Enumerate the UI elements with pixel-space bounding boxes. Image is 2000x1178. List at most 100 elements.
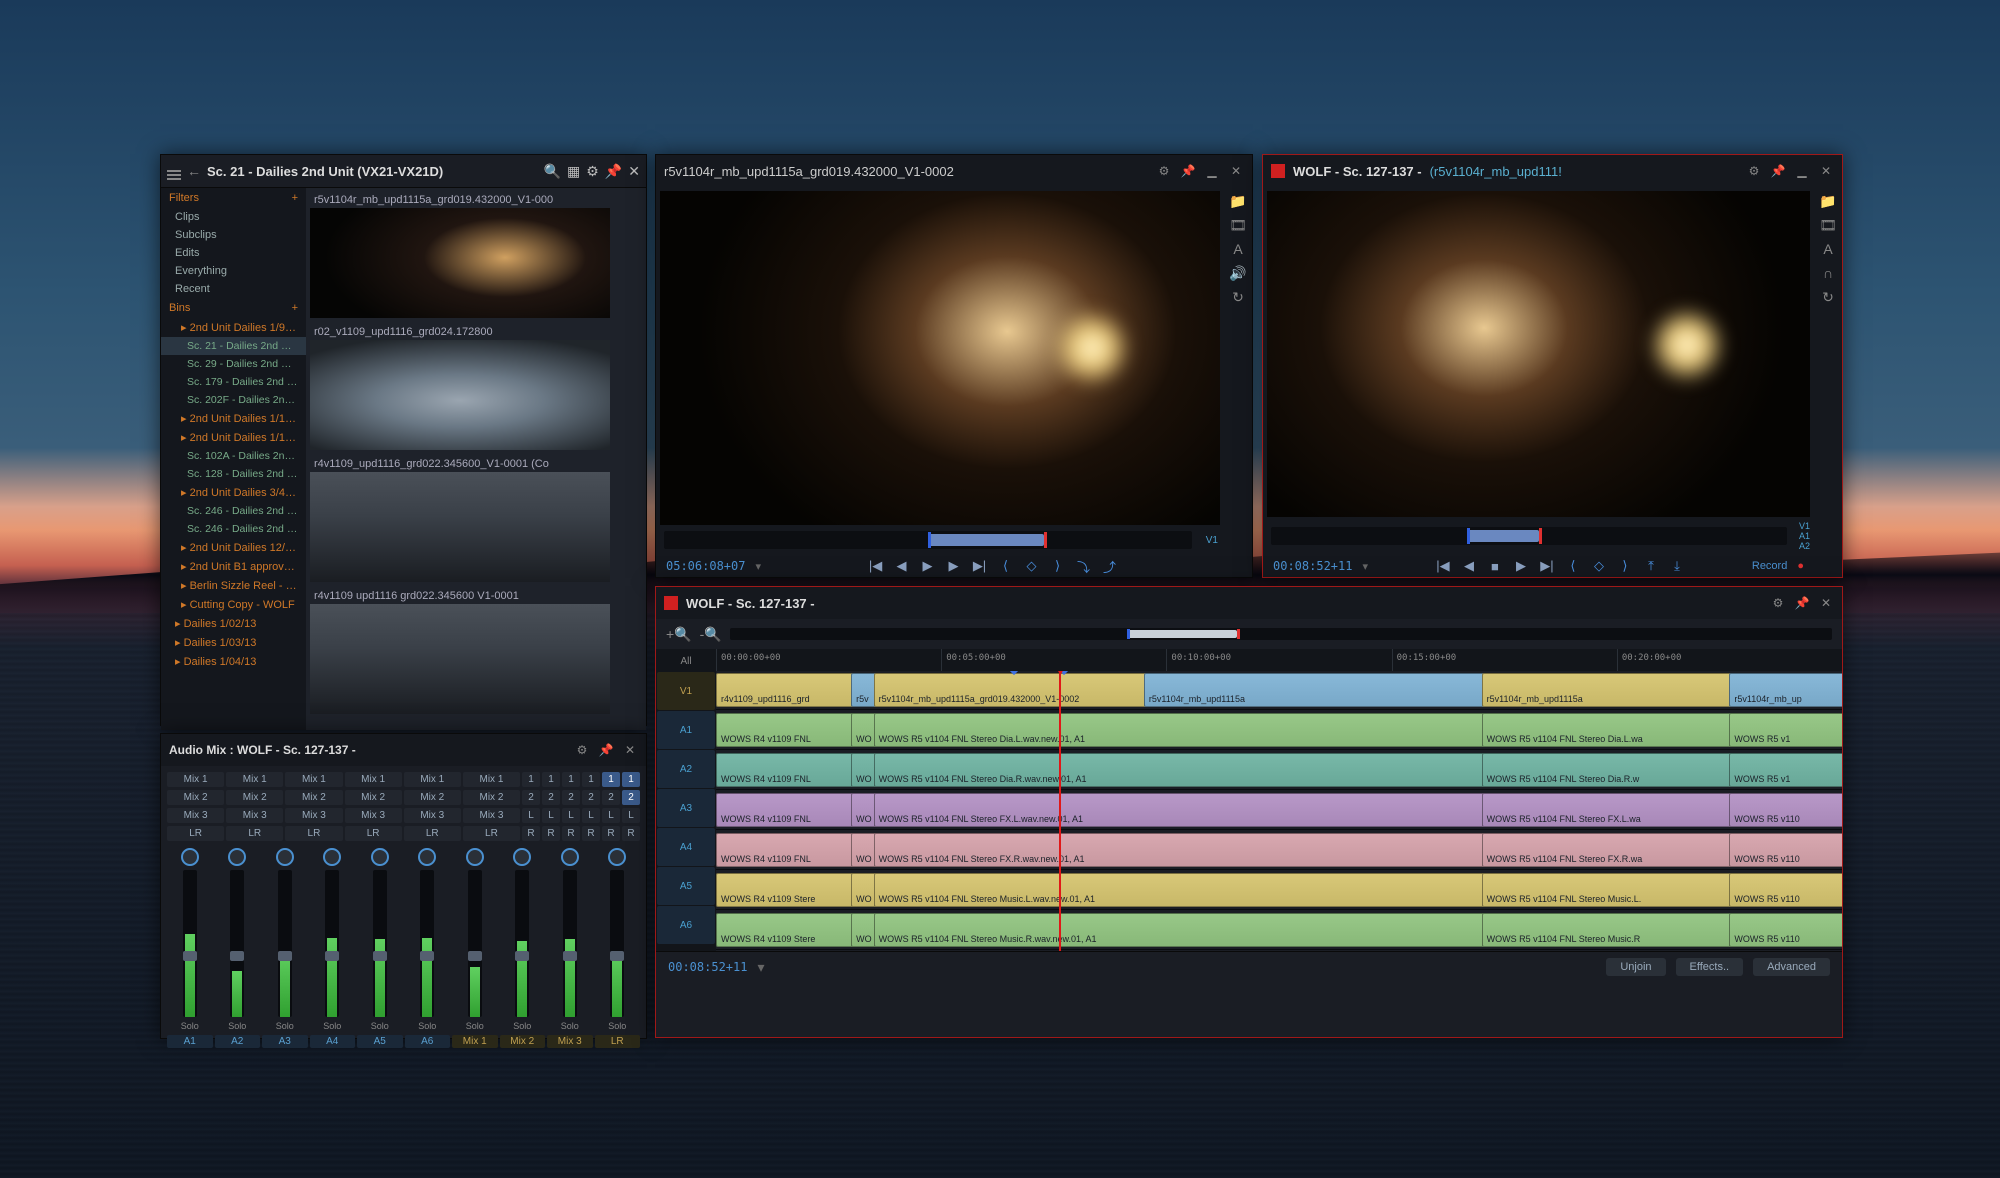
timeline-timecode[interactable]: 00:08:52+11 [668,960,747,974]
zoom-in-icon[interactable]: +🔍 [666,626,692,643]
bin-tree-item[interactable]: ▸ 2nd Unit Dailies 1/18/13 [161,428,306,447]
timeline-tracks[interactable]: r4v1109_upd1116_grdr5vr5v1104r_mb_upd111… [716,671,1842,951]
filter-item[interactable]: Subclips [161,226,306,244]
mix-assign-button[interactable]: Mix 1 [345,772,402,787]
mix-assign-button[interactable]: Mix 3 [226,808,283,823]
timeline-track[interactable]: WOWS R4 v1109 StereWOWOWS R5 v1104 FNL S… [716,871,1842,910]
level-meter[interactable] [420,870,434,1017]
timeline-clip[interactable]: WOWS R5 v1104 FNL Stereo FX.R.wa [1482,833,1740,867]
channel-label[interactable]: A5 [357,1035,403,1048]
mix-assign-button[interactable]: 2 [602,790,620,805]
solo-button[interactable]: Solo [418,1021,436,1031]
mix-assign-button[interactable]: Mix 1 [167,772,224,787]
filter-item[interactable]: Everything [161,262,306,280]
bin-tree-item[interactable]: Sc. 128 - Dailies 2nd Unit c [161,465,306,483]
channel-label[interactable]: A6 [405,1035,451,1048]
level-meter[interactable] [278,870,292,1017]
pan-knob[interactable] [371,848,389,866]
mix-assign-button[interactable]: Mix 3 [404,808,461,823]
record-label[interactable]: Record [1752,560,1787,572]
pin-icon[interactable]: 📌 [1794,595,1810,611]
mark-out-icon[interactable]: ⟩ [1049,557,1067,575]
bin-tree-item[interactable]: ▸ 2nd Unit Dailies 3/4/13 [161,483,306,502]
timeline-clip[interactable]: r5v1104r_mb_upd1115a [1144,673,1492,707]
mix-assign-button[interactable]: Mix 1 [404,772,461,787]
bin-tree-item[interactable]: Sc. 29 - Dailies 2nd Unit (V [161,355,306,373]
record-titlebar[interactable]: WOLF - Sc. 127-137 - (r5v1104r_mb_upd111… [1263,155,1842,187]
filters-section[interactable]: Filters+ [161,188,306,208]
bin-tree-item[interactable]: Sc. 102A - Dailies 2nd Unit [161,447,306,465]
loop-icon[interactable]: ↻ [1819,289,1837,305]
record-timecode[interactable]: 00:08:52+11 [1273,559,1352,573]
level-meter[interactable] [515,870,529,1017]
settings-icon[interactable]: ⚙ [1746,163,1762,179]
level-meter[interactable] [325,870,339,1017]
source-timecode[interactable]: 05:06:08+07 [666,559,745,573]
mix-assign-button[interactable]: Mix 3 [167,808,224,823]
track-header[interactable]: A6 [657,906,715,944]
mix-assign-button[interactable]: Mix 2 [285,790,342,805]
solo-button[interactable]: Solo [513,1021,531,1031]
mix-assign-button[interactable]: 2 [562,790,580,805]
timeline-clip[interactable]: r4v1109_upd1116_grd [716,673,861,707]
mix-assign-button[interactable]: Mix 2 [167,790,224,805]
mix-assign-button[interactable]: Mix 1 [226,772,283,787]
timeline-track[interactable]: r4v1109_upd1116_grdr5vr5v1104r_mb_upd111… [716,671,1842,710]
close-icon[interactable]: ✕ [1818,163,1834,179]
track-header[interactable]: V1 [657,672,715,710]
mix-assign-button[interactable]: Mix 1 [463,772,520,787]
step-back-icon[interactable]: ◀ [1460,557,1478,575]
mix-assign-button[interactable]: L [622,808,640,823]
close-icon[interactable]: ✕ [628,163,640,180]
timeline-track[interactable]: WOWS R4 v1109 FNL WOWOWS R5 v1104 FNL St… [716,791,1842,830]
channel-label[interactable]: Mix 1 [452,1035,498,1048]
channel-label[interactable]: A4 [310,1035,356,1048]
mix-assign-button[interactable]: L [562,808,580,823]
solo-button[interactable]: Solo [466,1021,484,1031]
timeline-clip[interactable]: WOWS R4 v1109 FNL [716,833,861,867]
mix-assign-button[interactable]: LR [345,826,402,841]
pan-knob[interactable] [418,848,436,866]
back-icon[interactable]: ← [187,163,201,179]
play-icon[interactable]: ▶ [919,557,937,575]
mix-assign-button[interactable]: R [622,826,640,841]
mix-assign-button[interactable]: R [582,826,600,841]
timeline-clip[interactable]: WOWS R4 v1109 FNL [716,793,861,827]
bins-section[interactable]: Bins+ [161,298,306,318]
mix-assign-button[interactable]: 1 [562,772,580,787]
timeline-clip[interactable]: WOWS R4 v1109 FNL [716,753,861,787]
channel-label[interactable]: A1 [167,1035,213,1048]
mark-out-icon[interactable]: ⟩ [1616,557,1634,575]
zoom-out-icon[interactable]: -🔍 [700,626,722,643]
timeline-clip[interactable]: WOWS R5 v110 [1729,793,1842,827]
clip-thumbnail[interactable]: r5v1104r_mb_upd1115a_grd019.432000_V1-00… [310,192,642,318]
pan-knob[interactable] [466,848,484,866]
goto-start-icon[interactable]: |◀ [1434,557,1452,575]
mark-clip-icon[interactable]: ◇ [1590,557,1608,575]
mix-assign-button[interactable]: 1 [522,772,540,787]
mix-assign-button[interactable]: 2 [622,790,640,805]
timeline-clip[interactable]: WOWS R5 v1 [1729,713,1842,747]
bin-tree-item[interactable]: ▸ Dailies 1/02/13 [161,614,306,633]
timeline-clip[interactable]: WOWS R5 v1104 FNL Stereo FX.L.wa [1482,793,1740,827]
channel-label[interactable]: Mix 2 [500,1035,546,1048]
fx-icon[interactable]: 🎞 [1229,217,1247,233]
mix-assign-button[interactable]: 1 [582,772,600,787]
bin-tree-item[interactable]: ▸ Dailies 1/03/13 [161,633,306,652]
solo-button[interactable]: Solo [181,1021,199,1031]
solo-button[interactable]: Solo [276,1021,294,1031]
fader-strip[interactable]: SoloA5 [357,848,403,1048]
fader-strip[interactable]: Solo A6 [405,848,451,1048]
timeline-clip[interactable]: WOWS R5 v1104 FNL Stereo Music.L. [1482,873,1740,907]
playhead[interactable] [1059,671,1061,951]
mix-assign-button[interactable]: 2 [582,790,600,805]
track-header[interactable]: A5 [657,867,715,905]
bin-tree-item[interactable]: ▸ Dailies 1/04/13 [161,652,306,671]
mix-assign-button[interactable]: Mix 2 [404,790,461,805]
text-icon[interactable]: A [1229,241,1247,257]
bin-tree-item[interactable]: Sc. 246 - Dailies 2nd Unit c [161,520,306,538]
bin-titlebar[interactable]: ← Sc. 21 - Dailies 2nd Unit (VX21-VX21D)… [161,155,646,188]
timeline-ruler[interactable]: 00:00:00+0000:05:00+0000:10:00+0000:15:0… [716,649,1842,671]
mix-assign-button[interactable]: LR [285,826,342,841]
pin-icon[interactable]: 📌 [1770,163,1786,179]
